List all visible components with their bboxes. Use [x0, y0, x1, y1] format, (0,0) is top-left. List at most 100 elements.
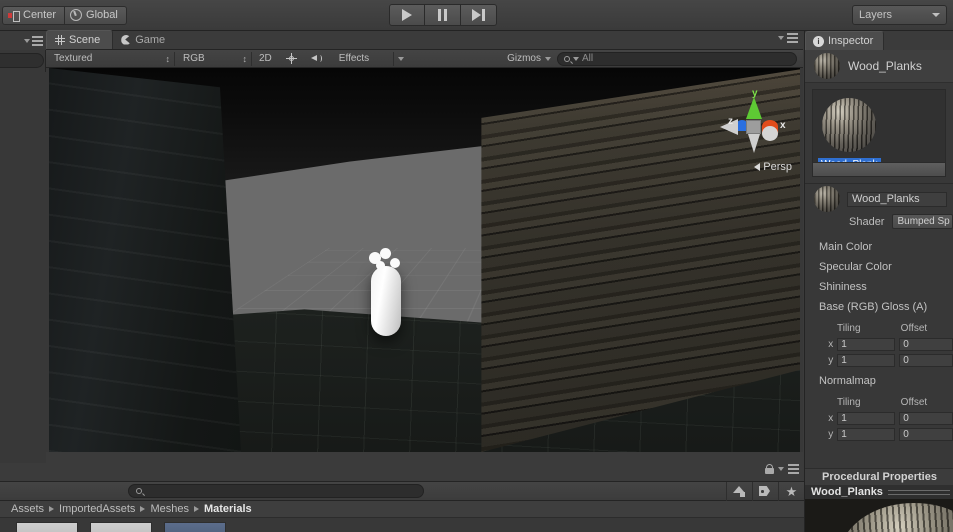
gizmo-x-label: x: [780, 120, 786, 131]
left-arrow-icon: [754, 163, 761, 171]
material-preview-toolbar[interactable]: [813, 162, 945, 176]
property-normalmap[interactable]: Normalmap: [805, 371, 953, 391]
uv-row-x: x 1 0: [805, 336, 953, 352]
capsule-object[interactable]: [371, 266, 401, 336]
gizmos-dropdown[interactable]: Gizmos: [501, 53, 557, 64]
procedural-preview[interactable]: [805, 499, 953, 532]
gizmo-x-axis-sphere[interactable]: [762, 126, 778, 141]
scene-audio-toggle[interactable]: [304, 51, 331, 67]
property-label: Specular Color: [819, 261, 892, 273]
pivot-mode-button[interactable]: Center: [2, 5, 66, 25]
gizmo-y-axis-cone[interactable]: [746, 97, 762, 119]
chevron-down-icon[interactable]: [24, 38, 30, 43]
chevron-down-icon: [932, 13, 940, 17]
chevron-right-icon: [49, 506, 55, 512]
pause-icon: [438, 9, 447, 21]
hamburger-menu-icon[interactable]: [787, 33, 798, 43]
hierarchy-search-input[interactable]: [0, 53, 44, 68]
toggle-2d-label: 2D: [259, 53, 272, 64]
offset-x-input[interactable]: 0: [899, 411, 953, 425]
breadcrumb-item-materials[interactable]: Materials: [204, 503, 252, 515]
offset-y-input[interactable]: 0: [899, 427, 953, 441]
filter-by-label-button[interactable]: [752, 481, 778, 501]
chevron-down-icon[interactable]: [397, 56, 404, 61]
hierarchy-list[interactable]: [0, 72, 46, 463]
projection-mode-toggle[interactable]: Persp: [754, 161, 792, 173]
scene-search-input[interactable]: All: [557, 51, 797, 66]
uv-header-row: Tiling Offset: [805, 321, 953, 336]
scene-lighting-toggle[interactable]: [279, 51, 304, 67]
step-button[interactable]: [461, 4, 497, 26]
global-rotation-icon: [70, 9, 83, 21]
material-name-field[interactable]: Wood_Planks: [847, 191, 947, 207]
play-button[interactable]: [389, 4, 425, 26]
effects-dropdown[interactable]: Effects: [331, 51, 393, 67]
pivot-center-icon: [8, 10, 20, 22]
tiling-x-input[interactable]: 1: [837, 411, 896, 425]
playback-controls: [389, 4, 497, 26]
material-preview[interactable]: Wood_Plank: [812, 89, 946, 177]
asset-item-selected[interactable]: [164, 522, 226, 532]
toggle-2d-button[interactable]: 2D: [252, 51, 279, 67]
scene-view-toolbar: Textured ↕ RGB ↕ 2D Effects Gizmos All: [46, 50, 803, 68]
tiling-x-input[interactable]: 1: [837, 337, 896, 351]
hamburger-menu-icon[interactable]: [32, 35, 43, 46]
tab-inspector[interactable]: i Inspector: [805, 31, 885, 50]
chevron-down-icon[interactable]: [778, 467, 784, 471]
project-search-input[interactable]: [128, 484, 424, 498]
chevron-down-icon[interactable]: [778, 36, 784, 40]
property-base-rgb-gloss[interactable]: Base (RGB) Gloss (A): [805, 297, 953, 317]
asset-item[interactable]: [16, 522, 78, 532]
draw-mode-dropdown[interactable]: Textured ↕: [46, 51, 174, 67]
play-icon: [402, 9, 412, 21]
favorites-button[interactable]: ★: [778, 481, 804, 501]
scene-viewport[interactable]: y x z Persp: [49, 68, 800, 452]
tiling-y-input[interactable]: 1: [837, 427, 896, 441]
breadcrumb-item-assets[interactable]: Assets: [11, 503, 44, 515]
material-preview-sphere[interactable]: [822, 98, 876, 152]
material-name-row: Wood_Planks: [805, 184, 953, 214]
procedural-material-row[interactable]: Wood_Planks: [805, 485, 953, 499]
filter-by-type-button[interactable]: [726, 481, 752, 501]
procedural-properties-header: Procedural Properties: [805, 468, 953, 485]
gizmo-center-cube[interactable]: [746, 120, 761, 134]
inspector-panel: i Inspector Wood_Planks Wood_Plank Wood_…: [804, 31, 953, 532]
lock-icon[interactable]: [765, 464, 774, 474]
pause-button[interactable]: [425, 4, 461, 26]
breadcrumb-item-meshes[interactable]: Meshes: [150, 503, 189, 515]
scene-orientation-gizmo[interactable]: y x z: [718, 88, 788, 158]
updown-arrows-icon: ↕: [242, 53, 248, 64]
scene-tabbar-menu: [778, 33, 798, 43]
property-specular-color[interactable]: Specular Color: [805, 257, 953, 277]
tab-game[interactable]: Game: [113, 30, 177, 49]
breadcrumb-item-importedassets[interactable]: ImportedAssets: [59, 503, 135, 515]
axis-label-y: y: [828, 354, 834, 366]
inspector-tabbar: i Inspector: [805, 31, 953, 50]
hamburger-menu-icon[interactable]: [788, 464, 799, 474]
offset-y-input[interactable]: 0: [899, 353, 953, 367]
property-label: Normalmap: [819, 375, 876, 387]
scene-grid-icon: [55, 35, 65, 45]
procedural-material-name: Wood_Planks: [811, 486, 883, 498]
layers-dropdown[interactable]: Layers: [852, 5, 947, 25]
property-shininess[interactable]: Shininess: [805, 277, 953, 297]
render-mode-dropdown[interactable]: RGB ↕: [175, 51, 251, 67]
pivot-rotation-button[interactable]: Global: [65, 5, 127, 25]
filter-by-type-icon: [733, 485, 746, 497]
uv-row-y: y 1 0: [805, 426, 953, 442]
shader-dropdown[interactable]: Bumped Sp: [892, 214, 953, 229]
unity-editor-window: Center Global Layers Scene Game Textured…: [0, 0, 953, 532]
game-pacman-icon: [121, 34, 132, 45]
tiling-y-input[interactable]: 1: [837, 353, 896, 367]
shader-row: Shader Bumped Sp: [805, 214, 953, 229]
scene-tabbar: Scene Game: [46, 30, 803, 50]
property-main-color[interactable]: Main Color: [805, 237, 953, 257]
tab-scene[interactable]: Scene: [46, 30, 114, 49]
asset-item[interactable]: [90, 522, 152, 532]
offset-x-input[interactable]: 0: [899, 337, 953, 351]
uv-row-y: y 1 0: [805, 352, 953, 368]
gizmo-negative-y-cone[interactable]: [748, 134, 760, 153]
capsule-detail-sphere: [390, 258, 400, 268]
inspector-object-name: Wood_Planks: [848, 59, 922, 73]
material-icon: [814, 53, 840, 79]
